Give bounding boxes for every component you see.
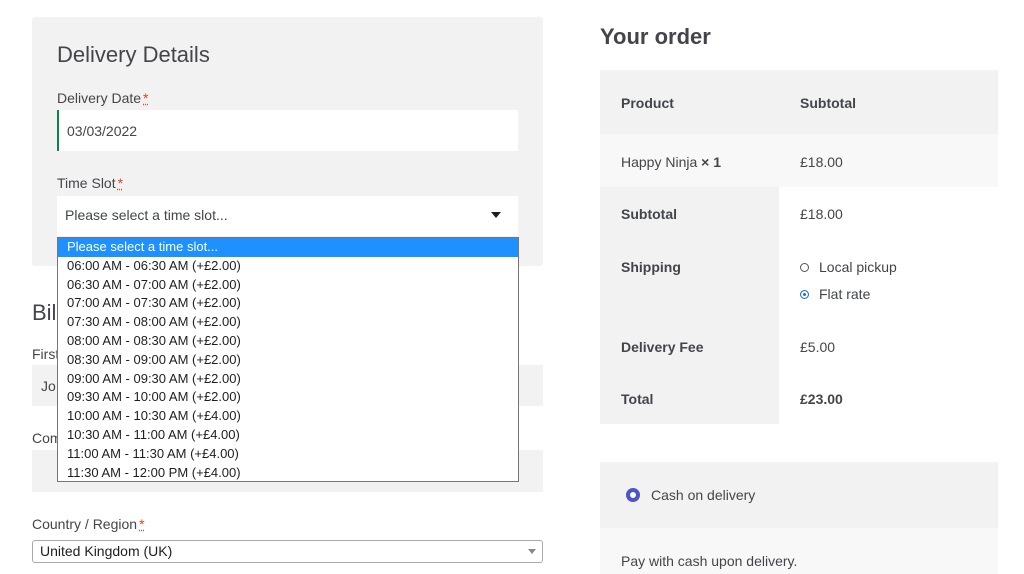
product-column-header: Product xyxy=(621,95,674,111)
payment-description: Pay with cash upon delivery. xyxy=(621,553,798,569)
time-slot-option[interactable]: Please select a time slot... xyxy=(58,238,518,257)
product-name-text: Happy Ninja xyxy=(621,154,698,170)
first-name-label: First xyxy=(32,346,60,362)
subtotal-value: £18.00 xyxy=(800,206,843,222)
required-mark: * xyxy=(117,175,124,191)
time-slot-option[interactable]: 09:30 AM - 10:00 AM (+£2.00) xyxy=(58,388,518,407)
required-mark: * xyxy=(139,516,145,532)
time-slot-option[interactable]: 10:30 AM - 11:00 AM (+£4.00) xyxy=(58,426,518,445)
delivery-date-input[interactable] xyxy=(57,110,518,151)
time-slot-option[interactable]: 10:00 AM - 10:30 AM (+£4.00) xyxy=(58,407,518,426)
time-slot-option[interactable]: 06:30 AM - 07:00 AM (+£2.00) xyxy=(58,276,518,295)
product-price: £18.00 xyxy=(800,154,843,170)
required-mark: * xyxy=(143,90,149,106)
time-slot-label-text: Time Slot xyxy=(57,175,116,191)
radio-checked-icon[interactable] xyxy=(626,488,640,502)
payment-description-box: Pay with cash upon delivery. xyxy=(600,528,998,574)
delivery-date-label: Delivery Date * xyxy=(57,90,148,106)
time-slot-option[interactable]: 11:00 AM - 11:30 AM (+£4.00) xyxy=(58,445,518,464)
caret-down-icon xyxy=(491,212,501,218)
totals-label-column xyxy=(600,187,779,424)
radio-checked-icon[interactable] xyxy=(800,289,809,299)
flat-rate-label: Flat rate xyxy=(819,286,871,302)
radio-unchecked-icon[interactable] xyxy=(800,262,809,272)
time-slot-option[interactable]: 08:30 AM - 09:00 AM (+£2.00) xyxy=(58,351,518,370)
delivery-fee-label: Delivery Fee xyxy=(621,339,704,355)
billing-details-title: Bil xyxy=(32,300,57,325)
country-label-text: Country / Region xyxy=(32,516,138,532)
order-totals-block: Subtotal £18.00 Shipping Local pickup Fl… xyxy=(600,187,998,424)
delivery-details-title: Delivery Details xyxy=(57,42,210,67)
delivery-date-label-text: Delivery Date xyxy=(57,90,142,106)
totals-value-column xyxy=(779,187,998,424)
shipping-option-flat-rate[interactable]: Flat rate xyxy=(800,286,870,302)
time-slot-option[interactable]: 09:00 AM - 09:30 AM (+£2.00) xyxy=(58,370,518,389)
chevron-down-icon xyxy=(528,549,536,554)
country-selected-value: United Kingdom (UK) xyxy=(40,543,173,559)
time-slot-label: Time Slot * xyxy=(57,175,123,191)
total-value: £23.00 xyxy=(800,391,843,407)
delivery-fee-value: £5.00 xyxy=(800,339,836,355)
time-slot-option[interactable]: 07:00 AM - 07:30 AM (+£2.00) xyxy=(58,294,518,313)
total-label: Total xyxy=(621,391,654,407)
time-slot-selected-value: Please select a time slot... xyxy=(65,207,228,223)
time-slot-option[interactable]: 06:00 AM - 06:30 AM (+£2.00) xyxy=(58,257,518,276)
payment-method-label: Cash on delivery xyxy=(651,487,756,503)
time-slot-dropdown-list[interactable]: Please select a time slot... 06:00 AM - … xyxy=(57,237,519,482)
first-name-value: Jo xyxy=(41,378,56,394)
shipping-label: Shipping xyxy=(621,259,681,275)
table-row: Happy Ninja × 1 £18.00 xyxy=(600,134,998,187)
table-header-row: Product Subtotal xyxy=(600,70,998,134)
time-slot-select[interactable]: Please select a time slot... xyxy=(57,196,518,236)
payment-method-cod[interactable]: Cash on delivery xyxy=(600,462,998,528)
country-label: Country / Region * xyxy=(32,516,145,532)
subtotal-column-header: Subtotal xyxy=(800,95,856,111)
your-order-title: Your order xyxy=(600,24,711,49)
product-quantity: × 1 xyxy=(701,154,722,170)
time-slot-option[interactable]: 11:30 AM - 12:00 PM (+£4.00) xyxy=(58,464,518,483)
subtotal-label: Subtotal xyxy=(621,206,677,222)
product-name: Happy Ninja × 1 xyxy=(621,154,721,170)
shipping-option-local-pickup[interactable]: Local pickup xyxy=(800,259,897,275)
local-pickup-label: Local pickup xyxy=(819,259,897,275)
time-slot-option[interactable]: 07:30 AM - 08:00 AM (+£2.00) xyxy=(58,313,518,332)
time-slot-option[interactable]: 08:00 AM - 08:30 AM (+£2.00) xyxy=(58,332,518,351)
country-select[interactable]: United Kingdom (UK) xyxy=(32,540,543,563)
